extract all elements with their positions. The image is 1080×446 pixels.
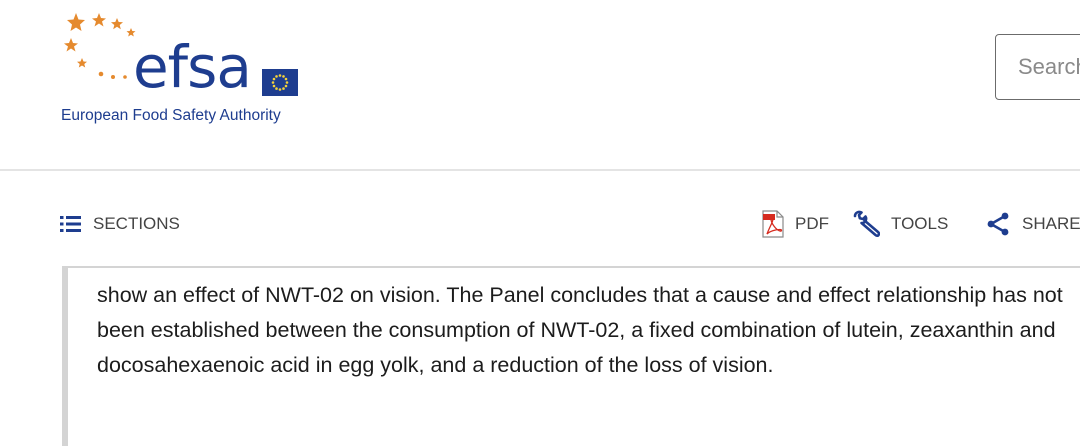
search-box[interactable]: [995, 34, 1080, 100]
article-paragraph: show an effect of NWT-02 on vision. The …: [97, 283, 1063, 377]
article-excerpt: show an effect of NWT-02 on vision. The …: [62, 266, 1080, 446]
search-input[interactable]: [996, 35, 1080, 99]
sections-label: SECTIONS: [93, 214, 180, 233]
pdf-button[interactable]: PDF: [762, 206, 829, 242]
eu-flag-icon: [262, 69, 298, 96]
tools-label: TOOLS: [891, 214, 949, 233]
efsa-logo[interactable]: efsa European Food Safety Authority: [55, 10, 315, 130]
share-label: SHARE: [1022, 214, 1080, 233]
share-icon: [985, 211, 1011, 237]
list-icon: [60, 215, 82, 233]
pdf-label: PDF: [795, 214, 829, 233]
article-toolbar: SECTIONS PDF TOOLS SHARE: [0, 196, 1080, 252]
sections-button[interactable]: SECTIONS: [60, 206, 180, 242]
site-header: efsa European Food Safety Authority: [0, 0, 1080, 171]
tools-button[interactable]: TOOLS: [852, 206, 948, 242]
wrench-icon: [852, 210, 880, 238]
efsa-wordmark: efsa: [133, 33, 252, 101]
logo-tagline: European Food Safety Authority: [61, 107, 281, 124]
share-button[interactable]: SHARE: [985, 206, 1080, 242]
pdf-file-icon: [762, 210, 784, 238]
